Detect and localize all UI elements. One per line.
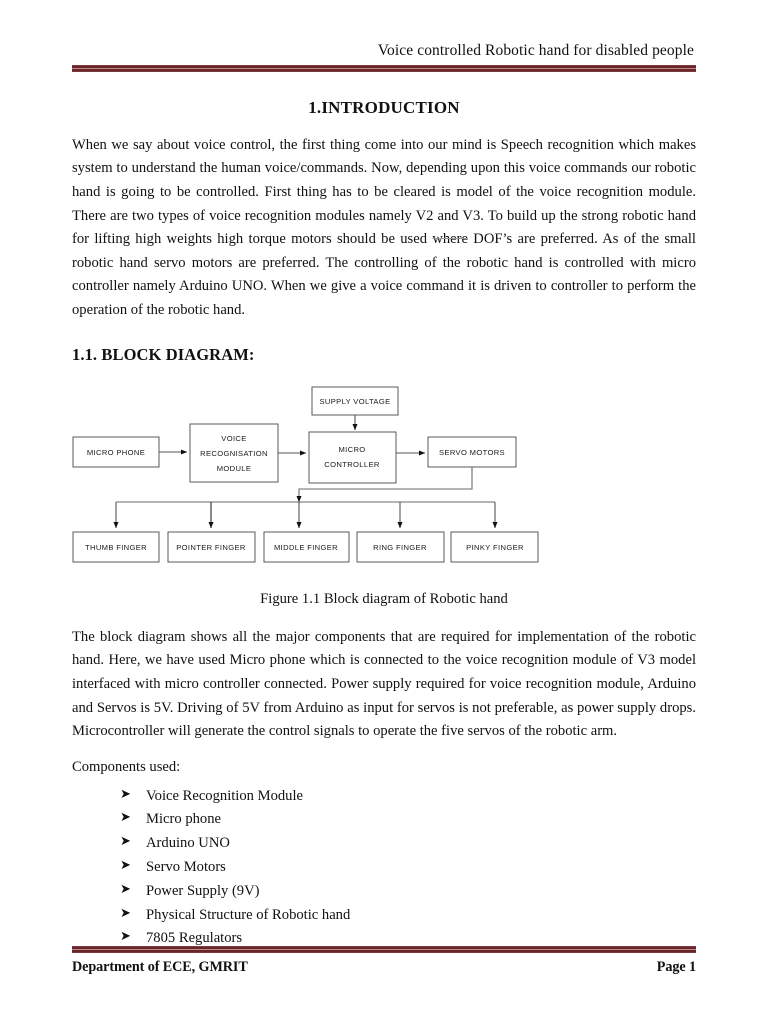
arrow-bullet-icon: ➤	[120, 810, 131, 826]
label-micro-phone: MICRO PHONE	[87, 448, 145, 457]
diagram-labels: SUPPLY VOLTAGE MICRO PHONE VOICE RECOGNI…	[85, 397, 524, 552]
list-item: ➤ Servo Motors	[120, 857, 696, 878]
components-list: ➤ Voice Recognition Module ➤ Micro phone ➤ Ar…	[72, 786, 696, 950]
footer-rule	[72, 946, 696, 953]
page-header: Voice controlled Robotic hand for disabl…	[72, 0, 696, 72]
label-micro-controller-line1: MICRO	[338, 445, 365, 454]
label-pinky-finger: PINKY FINGER	[466, 543, 524, 552]
label-supply-voltage: SUPPLY VOLTAGE	[319, 397, 390, 406]
diagram-connectors	[113, 414, 498, 528]
list-item-label: Physical Structure of Robotic hand	[146, 906, 351, 923]
figure-caption: Figure 1.1 Block diagram of Robotic hand	[260, 590, 508, 607]
description-paragraph: The block diagram shows all the major co…	[72, 628, 696, 740]
label-servo-motors: SERVO MOTORS	[439, 448, 505, 457]
label-ring-finger: RING FINGER	[373, 543, 427, 552]
label-voice-module-line1: VOICE	[221, 434, 246, 443]
list-item: ➤ Micro phone	[120, 809, 696, 830]
list-item: ➤ Arduino UNO	[120, 833, 696, 854]
list-item: ➤ Voice Recognition Module	[120, 786, 696, 807]
list-item-label: Power Supply (9V)	[146, 882, 260, 899]
arrow-bullet-icon: ➤	[120, 786, 131, 802]
intro-paragraph: When we say about voice control, the fir…	[72, 134, 696, 323]
intro-struck-word: where	[432, 231, 468, 248]
label-middle-finger: MIDDLE FINGER	[274, 543, 338, 552]
components-lead-text: Components used:	[72, 758, 181, 775]
block-diagram-figure: SUPPLY VOLTAGE MICRO PHONE VOICE RECOGNI…	[68, 377, 692, 577]
label-voice-module-line2: RECOGNISATION	[200, 449, 268, 458]
list-item-label: Servo Motors	[146, 858, 226, 875]
list-item-label: Voice Recognition Module	[146, 787, 303, 804]
list-item-label: Micro phone	[146, 811, 221, 828]
running-header-title: Voice controlled Robotic hand for disabl…	[377, 42, 694, 59]
arrow-bullet-icon: ➤	[120, 834, 131, 850]
arrow-bullet-icon: ➤	[120, 905, 131, 921]
list-item-label: 7805 Regulators	[146, 930, 243, 947]
document-page: Voice controlled Robotic hand for disabl…	[0, 0, 768, 1024]
chapter-heading: 1.INTRODUCTION	[308, 97, 460, 117]
list-item: ➤ Physical Structure of Robotic hand	[120, 905, 696, 926]
box-micro-controller	[308, 431, 397, 484]
label-micro-controller-line2: CONTROLLER	[324, 460, 380, 469]
block-diagram-svg: SUPPLY VOLTAGE MICRO PHONE VOICE RECOGNI…	[72, 386, 539, 563]
label-pointer-finger: POINTER FINGER	[176, 543, 246, 552]
footer-page-number: Page 1	[656, 959, 696, 975]
arrow-bullet-icon: ➤	[120, 857, 131, 873]
list-item-label: Arduino UNO	[146, 835, 230, 852]
footer-department: Department of ECE, GMRIT	[72, 959, 248, 975]
label-thumb-finger: THUMB FINGER	[85, 543, 147, 552]
list-item: ➤ Power Supply (9V)	[120, 881, 696, 902]
header-rule	[72, 64, 696, 72]
label-voice-module-line3: MODULE	[217, 464, 252, 473]
page-footer: Department of ECE, GMRIT Page 1	[72, 946, 696, 976]
section-heading-block-diagram: 1.1. BLOCK DIAGRAM:	[72, 344, 255, 364]
arrow-bullet-icon: ➤	[120, 881, 131, 897]
